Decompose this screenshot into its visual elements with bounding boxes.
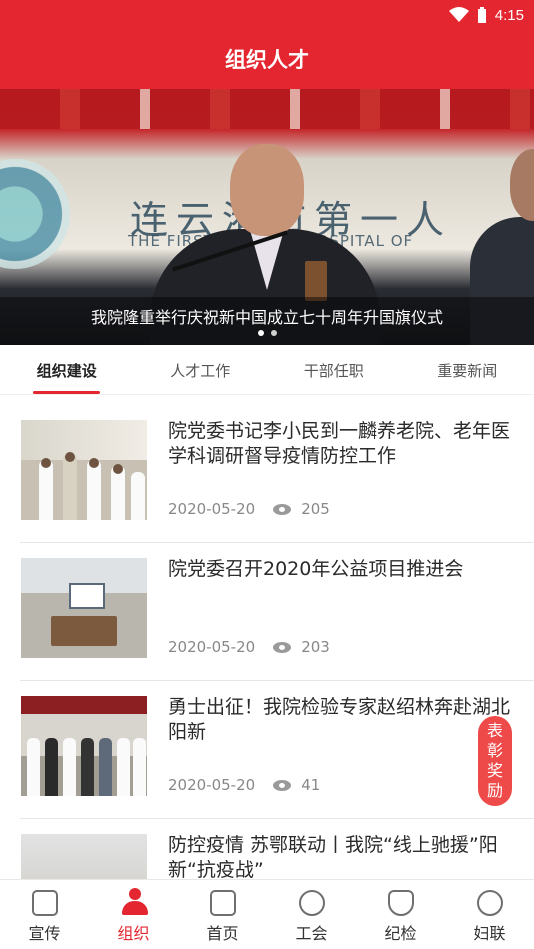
battery-icon	[477, 7, 486, 23]
eye-icon	[273, 779, 292, 791]
news-meta: 2020-05-20 203	[168, 638, 330, 656]
news-title: 防控疫情 苏鄂联动丨我院“线上驰援”阳新“抗疫战”	[168, 834, 498, 881]
nav-item-home[interactable]: 首页	[178, 880, 267, 949]
carousel-dot-2[interactable]	[270, 330, 277, 336]
nav-label: 妇联	[473, 924, 506, 943]
nav-item-discipline[interactable]: 纪检	[356, 880, 445, 949]
tab-cadre-appointment[interactable]: 干部任职	[267, 345, 401, 394]
banner-caption[interactable]: 我院隆重举行庆祝新中国成立七十周年升国旗仪式	[0, 304, 534, 328]
news-list: 院党委书记李小民到一麟养老院、老年医学科调研督导疫情防控工作 2020-05-2…	[0, 405, 534, 949]
badge-char: 励	[486, 781, 503, 800]
news-date: 2020-05-20	[168, 776, 256, 794]
news-views: 41	[301, 776, 321, 794]
news-title: 院党委召开2020年公益项目推进会	[168, 558, 464, 580]
banner-backdrop	[0, 89, 534, 129]
nav-item-organization[interactable]: 组织	[89, 880, 178, 949]
union-emblem-icon	[299, 890, 325, 916]
tab-important-news[interactable]: 重要新闻	[401, 345, 534, 394]
news-date: 2020-05-20	[168, 500, 256, 518]
nav-item-publicity[interactable]: 宣传	[0, 880, 89, 949]
app-header: 4:15 组织人才	[0, 0, 534, 89]
news-date: 2020-05-20	[168, 638, 256, 656]
badge-char: 表	[486, 721, 503, 740]
wifi-icon	[448, 7, 469, 22]
nav-item-women-federation[interactable]: 妇联	[445, 880, 534, 949]
news-views: 205	[301, 500, 330, 518]
tab-talent-work[interactable]: 人才工作	[134, 345, 268, 394]
bottom-nav: 宣传 组织 首页 工会 纪检 妇联	[0, 879, 534, 949]
badge-char: 奖	[486, 761, 503, 780]
news-item[interactable]: 院党委书记李小民到一麟养老院、老年医学科调研督导疫情防控工作 2020-05-2…	[20, 405, 534, 543]
commendation-award-button[interactable]: 表 彰 奖 励	[478, 716, 512, 806]
news-title: 院党委书记李小民到一麟养老院、老年医学科调研督导疫情防控工作	[168, 420, 511, 467]
person-icon	[121, 888, 149, 916]
news-meta: 2020-05-20 205	[168, 500, 330, 518]
nav-label: 组织	[117, 924, 150, 943]
news-item[interactable]: 院党委召开2020年公益项目推进会 2020-05-20 203	[20, 543, 534, 681]
badge-char: 彰	[486, 741, 503, 760]
women-federation-icon	[477, 890, 503, 916]
eye-icon	[273, 641, 292, 653]
news-item[interactable]: 勇士出征！我院检验专家赵绍林奔赴湖北阳新 2020-05-20 41	[20, 681, 534, 819]
hospital-logo	[0, 159, 70, 269]
banner-carousel[interactable]: 连云港市第一人 THE FIRST PEOPLE'S HOSPITAL OF 我…	[0, 89, 534, 345]
building-icon	[210, 890, 236, 916]
news-thumbnail	[21, 696, 147, 796]
category-tabs: 组织建设 人才工作 干部任职 重要新闻	[0, 345, 534, 395]
nav-item-union[interactable]: 工会	[267, 880, 356, 949]
carousel-indicator	[0, 330, 534, 336]
news-views: 203	[301, 638, 330, 656]
shield-icon	[388, 890, 414, 916]
carousel-dot-1[interactable]	[257, 330, 264, 336]
news-title: 勇士出征！我院检验专家赵绍林奔赴湖北阳新	[168, 696, 511, 743]
nav-label: 宣传	[28, 924, 61, 943]
nav-label: 首页	[206, 924, 239, 943]
status-time: 4:15	[494, 6, 524, 24]
news-thumbnail	[21, 420, 147, 520]
news-meta: 2020-05-20 41	[168, 776, 320, 794]
status-bar: 4:15	[448, 4, 524, 26]
tea-cup	[305, 261, 327, 301]
page-title: 组织人才	[225, 48, 309, 72]
eye-icon	[273, 503, 292, 515]
tab-organization-building[interactable]: 组织建设	[0, 345, 134, 394]
nav-label: 工会	[295, 924, 328, 943]
nav-label: 纪检	[384, 924, 417, 943]
news-thumbnail	[21, 558, 147, 658]
tv-icon	[32, 890, 58, 916]
